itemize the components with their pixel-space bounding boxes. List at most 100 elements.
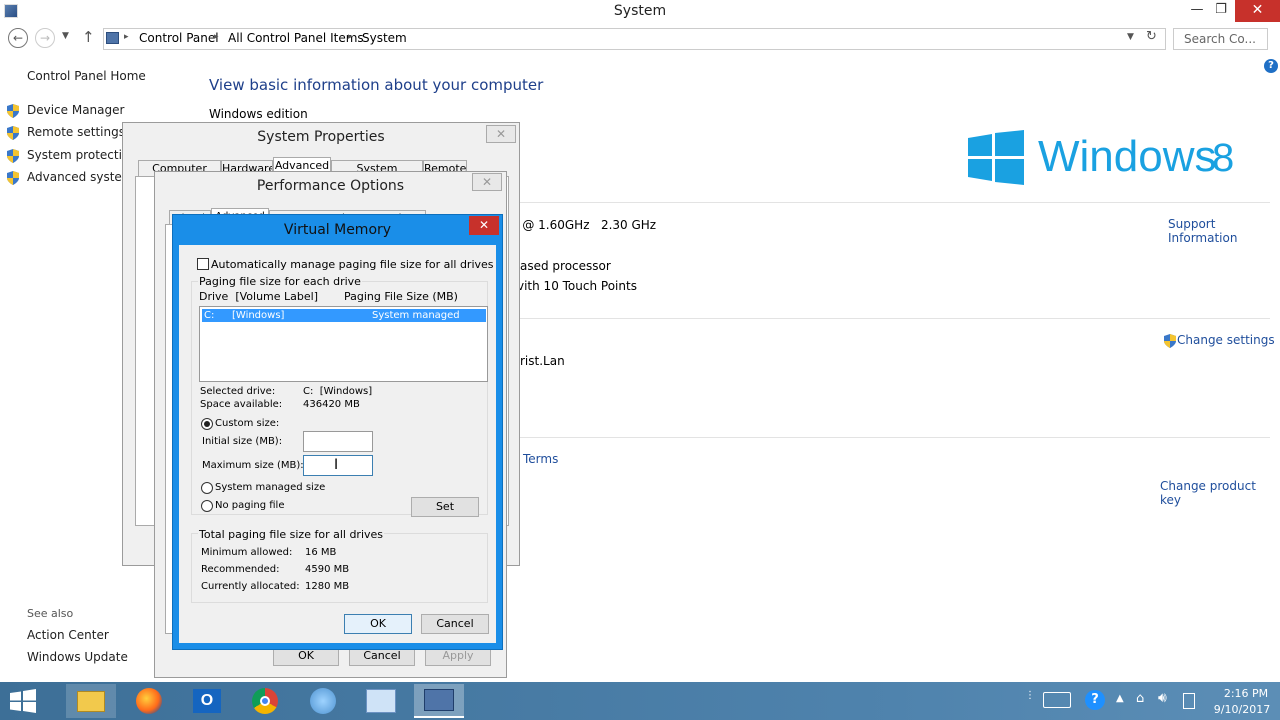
processor-value: J @ 1.60GHz 2.30 GHz <box>515 218 657 232</box>
license-terms-link[interactable]: Terms <box>523 452 558 466</box>
outlook-taskbar-icon[interactable]: O <box>182 684 232 718</box>
recommended-value: 4590 MB <box>305 564 350 575</box>
breadcrumb-system[interactable]: System <box>362 31 407 45</box>
windows-logo-text: Windows <box>1038 132 1217 181</box>
domain-value: rist.Lan <box>520 354 565 368</box>
window-title: System <box>613 3 667 19</box>
back-button[interactable]: ← <box>8 28 28 48</box>
paging-size-column-header: Paging File Size (MB) <box>344 290 458 303</box>
tray-overflow-icon[interactable]: ⋮ <box>1025 690 1035 701</box>
virtual-memory-body: Automatically manage paging file size fo… <box>179 245 496 643</box>
close-button[interactable]: ✕ <box>1235 0 1280 22</box>
windows-edition-label: Windows edition <box>209 107 308 121</box>
paging-size-group-label: Paging file size for each drive <box>198 275 362 288</box>
virtual-memory-dialog: Virtual Memory ✕ Automatically manage pa… <box>172 214 503 650</box>
shield-icon <box>6 125 20 144</box>
support-information-link[interactable]: Support Information <box>1168 217 1280 245</box>
ok-button[interactable]: OK <box>344 614 412 634</box>
performance-options-title: Performance Options <box>256 178 405 194</box>
page-heading: View basic information about your comput… <box>209 76 544 94</box>
firefox-taskbar-icon[interactable] <box>124 684 174 718</box>
title-bar: System — ❐ ✕ <box>0 0 1280 24</box>
control-panel-home-link[interactable]: Control Panel Home <box>27 69 146 83</box>
currently-allocated-label: Currently allocated: <box>201 581 300 592</box>
minimum-allowed-value: 16 MB <box>305 547 337 558</box>
help-icon[interactable]: ? <box>1264 59 1278 73</box>
cancel-button[interactable]: Cancel <box>421 614 489 634</box>
shield-icon <box>1163 333 1177 352</box>
action-center-link[interactable]: Action Center <box>27 628 109 642</box>
control-panel-icon <box>106 32 119 44</box>
start-button-icon[interactable] <box>10 689 36 716</box>
maximum-size-label: Maximum size (MB): <box>202 460 304 471</box>
keyboard-icon[interactable] <box>1043 692 1071 708</box>
recommended-label: Recommended: <box>201 564 280 575</box>
change-settings-link[interactable]: Change settings <box>1177 333 1275 347</box>
battery-icon[interactable] <box>1183 693 1195 709</box>
space-available-label: Space available: <box>200 399 283 410</box>
virtual-memory-close-button[interactable]: ✕ <box>469 216 499 235</box>
breadcrumb-separator: ▸ <box>214 32 219 42</box>
initial-size-label: Initial size (MB): <box>202 436 283 447</box>
system-taskbar-icon[interactable] <box>414 684 464 718</box>
clock-date[interactable]: 9/10/2017 <box>1207 703 1277 716</box>
control-panel-taskbar-icon[interactable] <box>356 684 406 718</box>
currently-allocated-value: 1280 MB <box>305 581 350 592</box>
total-paging-group-label: Total paging file size for all drives <box>198 528 385 541</box>
device-manager-link[interactable]: Device Manager <box>27 103 124 117</box>
show-hidden-icons-chevron-icon[interactable]: ▲ <box>1116 693 1124 704</box>
system-type-value: ased processor <box>520 259 611 273</box>
system-managed-radio[interactable] <box>201 482 213 494</box>
initial-size-input[interactable] <box>303 431 373 452</box>
drive-list[interactable]: C: [Windows] System managed <box>199 306 488 382</box>
breadcrumb-control-panel[interactable]: Control Panel <box>139 31 219 45</box>
breadcrumb-separator: ▸ <box>348 32 353 42</box>
minimum-allowed-label: Minimum allowed: <box>201 547 293 558</box>
section-divider <box>515 318 1270 319</box>
help-tray-icon[interactable]: ? <box>1085 690 1105 710</box>
no-paging-label: No paging file <box>215 500 285 511</box>
shield-icon <box>6 103 20 122</box>
chrome-taskbar-icon[interactable] <box>240 684 290 718</box>
maximum-size-input[interactable]: I <box>303 455 373 476</box>
restore-button[interactable]: ❐ <box>1206 0 1236 22</box>
system-managed-label: System managed size <box>215 482 326 493</box>
section-divider <box>515 202 1270 203</box>
clock-time[interactable]: 2:16 PM <box>1216 687 1276 700</box>
network-icon[interactable]: ⌂ <box>1136 691 1144 706</box>
system-protection-link[interactable]: System protection <box>27 148 137 162</box>
system-properties-close-button[interactable]: ✕ <box>486 125 516 143</box>
windows-update-link[interactable]: Windows Update <box>27 650 128 664</box>
set-button[interactable]: Set <box>411 497 479 517</box>
remote-settings-link[interactable]: Remote settings <box>27 125 125 139</box>
volume-icon[interactable]: 🔊︎ <box>1158 690 1167 706</box>
drive-column-header: Drive [Volume Label] <box>199 290 318 303</box>
address-dropdown-icon[interactable]: ▼ <box>1127 32 1134 42</box>
breadcrumb-all-items[interactable]: All Control Panel Items <box>228 31 364 45</box>
change-product-key-link[interactable]: Change product key <box>1160 479 1280 507</box>
drive-paging-size: System managed <box>372 310 460 321</box>
section-divider <box>515 437 1270 438</box>
drive-list-row[interactable]: C: [Windows] System managed <box>202 309 486 322</box>
refresh-icon[interactable]: ↻ <box>1146 29 1157 44</box>
virtual-memory-title: Virtual Memory <box>283 222 392 238</box>
performance-options-close-button[interactable]: ✕ <box>472 173 502 191</box>
file-explorer-taskbar-icon[interactable] <box>66 684 116 718</box>
selected-drive-label: Selected drive: <box>200 386 276 397</box>
system-properties-title: System Properties <box>257 129 385 145</box>
windows-logo-version: 8 <box>1212 136 1235 180</box>
auto-manage-checkbox[interactable] <box>197 258 209 270</box>
custom-size-radio[interactable] <box>201 418 213 430</box>
auto-manage-label: Automatically manage paging file size fo… <box>211 258 494 271</box>
shield-icon <box>6 170 20 189</box>
breadcrumb-separator: ▸ <box>124 32 129 42</box>
search-input[interactable]: Search Co... <box>1173 28 1268 50</box>
pen-touch-value: vith 10 Touch Points <box>517 279 637 293</box>
space-available-value: 436420 MB <box>303 399 360 410</box>
forward-button[interactable]: → <box>35 28 55 48</box>
drive-volume-label: [Windows] <box>232 310 285 321</box>
app-taskbar-icon[interactable] <box>298 684 348 718</box>
no-paging-radio[interactable] <box>201 500 213 512</box>
recent-pages-chevron-icon[interactable]: ▼ <box>62 31 69 41</box>
up-button[interactable]: ↑ <box>82 28 95 46</box>
